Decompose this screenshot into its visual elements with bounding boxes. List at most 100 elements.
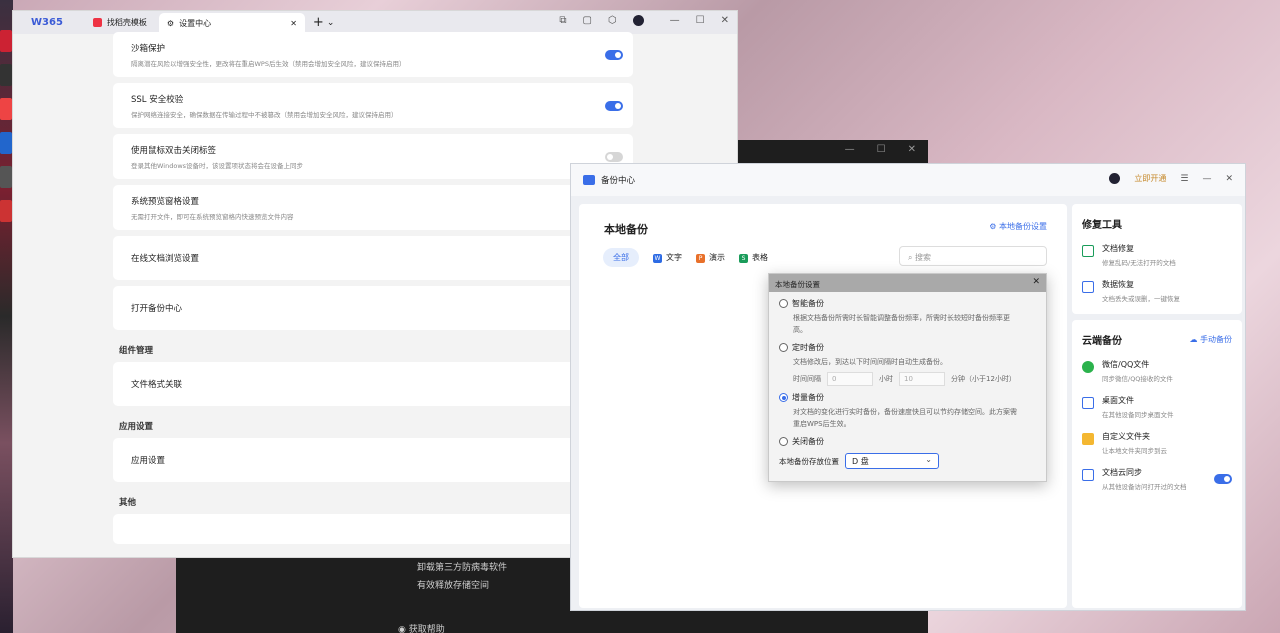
get-help-label: 获取帮助 xyxy=(408,625,445,633)
window-icon[interactable]: ▢ xyxy=(582,15,591,26)
setting-open-backup[interactable]: 打开备份中心 xyxy=(113,286,633,330)
location-label: 本地备份存放位置 xyxy=(779,456,839,466)
maximize-icon[interactable]: ☐ xyxy=(877,144,886,155)
avatar[interactable] xyxy=(632,15,644,26)
setting-online-doc[interactable]: 在线文档浏览设置 xyxy=(113,236,633,280)
cloud-sync-toggle[interactable] xyxy=(1214,474,1232,484)
interval-label: 时间间隔 xyxy=(793,375,821,383)
smart-backup-option[interactable]: 智能备份 xyxy=(769,298,1046,309)
screenshot-icon[interactable]: ⧉ xyxy=(559,15,566,26)
radio[interactable] xyxy=(779,299,788,308)
dialog-title: 本地备份设置 xyxy=(775,280,820,289)
tab-settings[interactable]: ⚙ 设置中心 ✕ xyxy=(158,13,305,34)
hours-input[interactable]: 0 xyxy=(827,372,873,386)
setting-desc: 无需打开文件，即可在系统预览窗格内快速预览文件内容 xyxy=(131,212,294,221)
free-storage-link[interactable]: 有效释放存储空间 xyxy=(417,578,489,591)
manual-backup-button[interactable]: ☁ 手动备份 xyxy=(1189,334,1232,345)
minutes-input[interactable]: 10 xyxy=(899,372,945,386)
ssl-toggle[interactable] xyxy=(605,100,623,111)
tab-label: 设置中心 xyxy=(179,19,212,28)
radio-selected[interactable] xyxy=(779,393,788,402)
close-tab-icon[interactable]: ✕ xyxy=(290,19,297,28)
repair-tools-panel: 修复工具 文档修复 修复乱码/无法打开的文档 数据恢复 文档丢失或误删，一键恢复 xyxy=(1072,204,1242,314)
desktop-icon[interactable] xyxy=(0,132,12,154)
item-title: 自定义文件夹 xyxy=(1102,432,1150,441)
filter-presentation[interactable]: P 演示 xyxy=(696,252,725,263)
dblclick-toggle[interactable] xyxy=(605,151,623,162)
filter-all[interactable]: 全部 xyxy=(603,248,639,267)
open-now-link[interactable]: 立即开通 xyxy=(1134,173,1166,184)
chevron-down-icon[interactable]: ⌄ xyxy=(327,18,335,28)
wechat-qq-item[interactable]: 微信/QQ文件 同步微信/QQ接收的文件 xyxy=(1072,353,1242,389)
setting-title: SSL 安全校验 xyxy=(131,94,184,105)
minimize-icon[interactable]: — xyxy=(1202,174,1211,184)
repair-doc-item[interactable]: 文档修复 修复乱码/无法打开的文档 xyxy=(1072,237,1242,273)
maximize-icon[interactable]: ☐ xyxy=(696,15,705,26)
option-label: 关闭备份 xyxy=(792,437,824,446)
setting-title: 沙箱保护 xyxy=(131,43,166,54)
setting-title: 在线文档浏览设置 xyxy=(131,254,200,264)
tab-bar: W365 找稻壳模板 ⚙ 设置中心 ✕ + ⌄ ⧉ ▢ ⬡ — ☐ ✕ xyxy=(13,11,737,34)
setting-ssl[interactable]: SSL 安全校验 保护网络连接安全，确保数据在传输过程中不被篡改（禁用会增加安全… xyxy=(113,83,633,128)
desktop-icon[interactable] xyxy=(0,64,12,86)
desktop-icon[interactable] xyxy=(0,200,12,222)
tab-templates[interactable]: 找稻壳模板 xyxy=(85,13,155,33)
local-backup-settings-dialog: 本地备份设置 ✕ 智能备份 根据文档备份所需时长智能调整备份频率，所需时长较短时… xyxy=(768,273,1047,482)
setting-file-assoc[interactable]: 文件格式关联 xyxy=(113,362,633,406)
doc-repair-icon xyxy=(1082,245,1094,257)
chevron-down-icon: ⌄ xyxy=(925,455,932,464)
close-icon[interactable]: ✕ xyxy=(908,144,916,155)
filter-label: 表格 xyxy=(752,253,768,262)
minimize-icon[interactable]: — xyxy=(670,15,680,26)
setting-dblclick-close[interactable]: 使用鼠标双击关闭标签 登录其他Windows设备时，该设置项状态将会在设备上同步 xyxy=(113,134,633,179)
setting-sandbox[interactable]: 沙箱保护 隔离潜在风险以增强安全性，更改将在重启WPS后生效（禁用会增加安全风险… xyxy=(113,32,633,77)
filter-spreadsheet[interactable]: S 表格 xyxy=(739,252,768,263)
app-logo[interactable]: W365 xyxy=(13,17,81,28)
location-row: 本地备份存放位置 D 盘 ⌄ xyxy=(769,447,1046,475)
doc-cloud-sync-item[interactable]: 文档云同步 从其他设备访问打开过的文档 xyxy=(1072,461,1242,497)
uninstall-av-link[interactable]: 卸载第三方防病毒软件 xyxy=(417,560,507,573)
desktop-files-item[interactable]: 桌面文件 在其他设备同步桌面文件 xyxy=(1072,389,1242,425)
timed-backup-option[interactable]: 定时备份 xyxy=(769,342,1046,353)
menu-icon[interactable]: ☰ xyxy=(1180,174,1188,184)
data-recovery-item[interactable]: 数据恢复 文档丢失或误删，一键恢复 xyxy=(1072,273,1242,309)
close-icon[interactable]: ✕ xyxy=(721,15,729,26)
button-label: 手动备份 xyxy=(1200,335,1232,344)
option-desc: 文档修改后，到达以下时间间隔时自动生成备份。 xyxy=(793,358,947,366)
desktop-icon[interactable] xyxy=(0,98,12,120)
radio[interactable] xyxy=(779,343,788,352)
custom-folder-item[interactable]: 自定义文件夹 让本地文件夹同步到云 xyxy=(1072,425,1242,461)
search-placeholder: 搜索 xyxy=(915,253,932,262)
avatar[interactable] xyxy=(1109,173,1121,184)
item-title: 文档云同步 xyxy=(1102,468,1142,477)
item-title: 微信/QQ文件 xyxy=(1102,360,1150,369)
desktop-icon[interactable] xyxy=(0,30,12,52)
local-backup-heading: 本地备份 xyxy=(604,223,648,236)
radio[interactable] xyxy=(779,437,788,446)
minimize-icon[interactable]: — xyxy=(845,144,855,155)
location-select[interactable]: D 盘 ⌄ xyxy=(845,453,939,469)
incremental-backup-option[interactable]: 增量备份 xyxy=(769,392,1046,403)
dark-window-controls: — ☐ ✕ xyxy=(845,144,916,155)
filter-label: 文字 xyxy=(666,253,682,262)
filter-writer[interactable]: W 文字 xyxy=(653,252,682,263)
close-icon[interactable]: ✕ xyxy=(1225,174,1233,184)
dialog-header: 本地备份设置 ✕ xyxy=(769,274,1046,292)
add-tab-button[interactable]: + xyxy=(313,15,324,30)
option-label: 定时备份 xyxy=(792,343,824,352)
cube-icon[interactable]: ⬡ xyxy=(608,15,617,26)
sandbox-toggle[interactable] xyxy=(605,49,623,60)
search-input[interactable]: ⌕ 搜索 xyxy=(899,246,1047,266)
setting-title: 使用鼠标双击关闭标签 xyxy=(131,145,217,156)
desktop-icon[interactable] xyxy=(0,166,12,188)
close-backup-option[interactable]: 关闭备份 xyxy=(769,436,1046,447)
item-desc: 文档丢失或误删，一键恢复 xyxy=(1102,295,1180,303)
setting-other[interactable] xyxy=(113,514,633,544)
setting-app[interactable]: 应用设置 xyxy=(113,438,633,482)
get-help-link[interactable]: ◉ 获取帮助 xyxy=(398,622,445,633)
docer-icon xyxy=(92,18,102,27)
local-backup-settings-link[interactable]: ⚙ 本地备份设置 xyxy=(989,221,1047,232)
setting-preview-pane[interactable]: 系统预览窗格设置 无需打开文件，即可在系统预览窗格内快速预览文件内容 xyxy=(113,185,633,230)
close-icon[interactable]: ✕ xyxy=(1032,277,1040,287)
spreadsheet-icon: S xyxy=(739,254,748,263)
